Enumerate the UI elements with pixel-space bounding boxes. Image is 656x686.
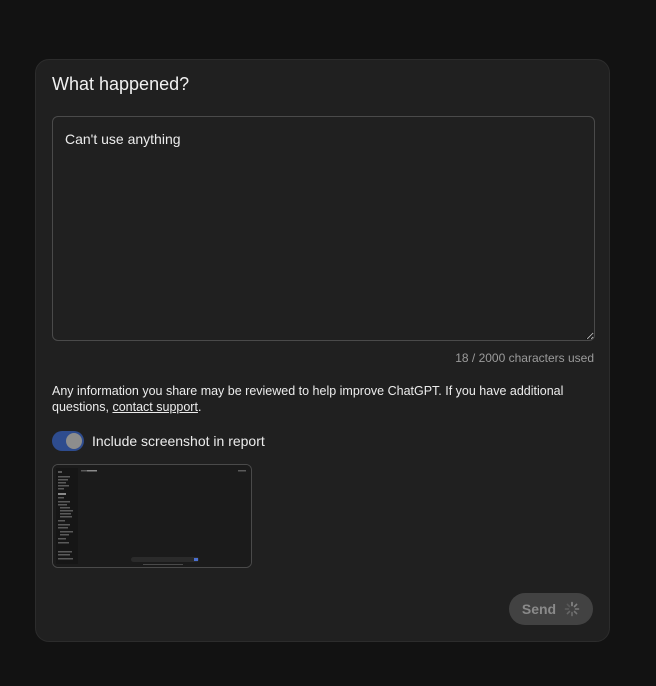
include-screenshot-label[interactable]: Include screenshot in report [92,433,265,449]
contact-support-link[interactable]: contact support [112,400,197,414]
character-count: 18 / 2000 characters used [455,351,594,365]
disclaimer-end: . [197,400,202,414]
include-screenshot-toggle[interactable] [52,431,84,451]
screenshot-thumbnail[interactable] [52,464,252,568]
dialog-title: What happened? [52,74,190,94]
screenshot-toggle-row: Include screenshot in report [52,431,265,451]
send-label: Send [521,601,557,617]
feedback-dialog: What happened? 18 / 2000 characters used… [35,59,610,642]
feedback-textarea[interactable] [52,116,595,341]
send-button[interactable]: Send [509,593,593,625]
toggle-knob [66,433,82,449]
disclaimer: Any information you share may be reviewe… [52,383,597,415]
feedback-textarea-wrapper [52,116,595,341]
loading-spinner-icon [564,601,580,617]
screenshot-preview-image [53,465,251,567]
